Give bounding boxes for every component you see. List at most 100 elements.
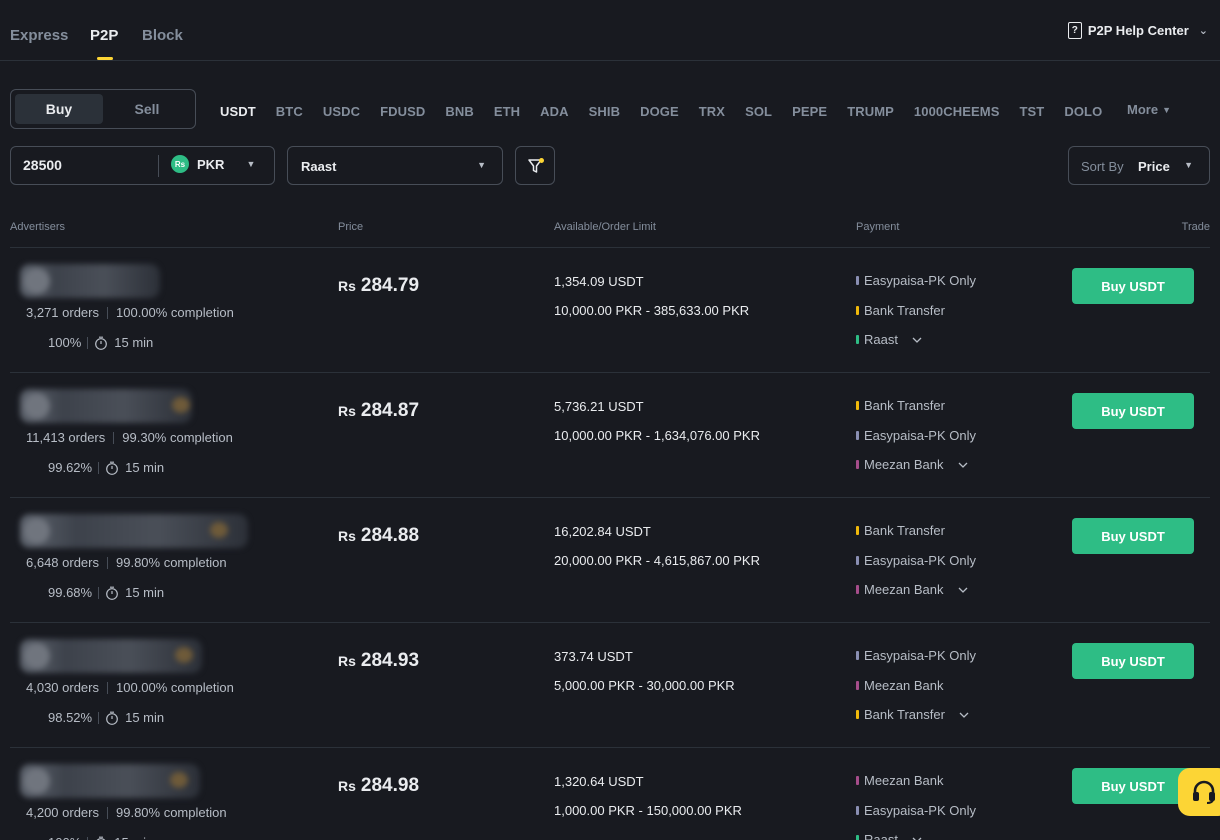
filter-button[interactable] — [515, 146, 555, 185]
coin-tab-pepe[interactable]: PEPE — [792, 104, 827, 119]
timer-icon — [106, 586, 118, 600]
payment-method-label: Bank Transfer — [864, 302, 945, 318]
header-advertisers: Advertisers — [10, 221, 66, 233]
offer-price: Rs 284.98 — [338, 775, 419, 797]
header-payment: Payment — [856, 221, 900, 233]
header-price: Price — [338, 221, 364, 233]
stat-divider — [113, 431, 115, 444]
available-amount: 5,736.21 USDT — [554, 399, 644, 414]
stat-divider — [107, 681, 108, 694]
offer-row: 11,413 orders 99.30% completion 99.62% 15 m… — [10, 373, 1210, 498]
coin-tab-usdt[interactable]: USDT — [220, 104, 256, 119]
payment-color-bar — [856, 276, 859, 285]
help-center-menu[interactable]: ? P2P Help Center ⌄ — [1067, 22, 1208, 39]
advertiser-name-blurred[interactable] — [20, 389, 192, 423]
coin-tab-tst[interactable]: TST — [1019, 104, 1044, 119]
positive-rate: 99.68% — [48, 585, 93, 600]
sort-value: Price — [1138, 159, 1170, 174]
payment-color-bar — [856, 835, 859, 840]
coin-tab-trump[interactable]: TRUMP — [847, 104, 894, 119]
positive-rate: 98.52% — [48, 710, 93, 725]
price-value: 284.88 — [360, 525, 420, 546]
stat-divider — [87, 836, 89, 840]
payment-method-label: Raast — [864, 332, 898, 347]
positive-rate: 100% — [48, 335, 82, 350]
payment-method: Meezan Bank — [856, 582, 968, 597]
payment-method-label: Easypaisa-PK Only — [864, 552, 976, 568]
payment-method: Bank Transfer — [856, 303, 945, 318]
payment-method-label: Easypaisa-PK Only — [864, 427, 976, 443]
completion-rate: 100.00% completion — [116, 305, 234, 320]
buy-usdt-button[interactable]: Buy USDT — [1072, 643, 1194, 679]
caret-down-icon: ▼ — [477, 160, 486, 170]
stat-divider — [107, 806, 108, 819]
payment-color-bar — [856, 776, 859, 785]
advertiser-name-blurred[interactable] — [20, 764, 200, 798]
payment-method-label: Meezan Bank — [864, 582, 944, 597]
order-limit: 5,000.00 PKR - 30,000.00 PKR — [554, 678, 735, 693]
coin-tab-1000cheems[interactable]: 1000CHEEMS — [914, 104, 1000, 119]
help-book-icon: ? — [1067, 22, 1082, 39]
chevron-down-icon — [912, 837, 922, 840]
payment-method: Raast — [856, 332, 922, 347]
stat-divider — [107, 306, 108, 319]
coin-tab-shib[interactable]: SHIB — [589, 104, 620, 119]
advertiser-stats: 4,200 orders 99.80% completion — [26, 805, 227, 820]
sort-select[interactable]: Sort By Price ▼ — [1068, 146, 1210, 185]
coin-tab-fdusd[interactable]: FDUSD — [380, 104, 425, 119]
available-amount: 16,202.84 USDT — [554, 524, 651, 539]
payment-method-label: Raast — [864, 832, 898, 840]
offer-price: Rs 284.93 — [338, 650, 419, 672]
completion-rate: 99.80% completion — [116, 805, 227, 820]
headset-icon — [1193, 780, 1215, 804]
support-chat-button[interactable] — [1178, 768, 1220, 816]
header-trade: Trade — [1181, 221, 1210, 233]
more-coins-dropdown[interactable]: More ▼ — [1127, 102, 1171, 117]
currency-select[interactable]: Rs PKR ▼ — [171, 155, 255, 173]
tab-block[interactable]: Block — [142, 27, 183, 44]
coin-tab-ada[interactable]: ADA — [540, 104, 568, 119]
buy-usdt-button[interactable]: Buy USDT — [1072, 393, 1194, 429]
advertiser-name-blurred[interactable] — [20, 639, 202, 673]
coin-tab-usdc[interactable]: USDC — [323, 104, 360, 119]
advertiser-metrics: 99.62% 15 min — [48, 460, 164, 475]
coin-tab-eth[interactable]: ETH — [494, 104, 520, 119]
stat-divider — [98, 461, 100, 474]
advertiser-name-blurred[interactable] — [20, 514, 248, 548]
coin-tab-btc[interactable]: BTC — [276, 104, 303, 119]
payment-color-bar — [856, 335, 859, 344]
offer-row: 4,200 orders 99.80% completion 100% 15 min R… — [10, 748, 1210, 840]
release-time: 15 min — [114, 335, 154, 350]
sell-option[interactable]: Sell — [103, 94, 191, 124]
coin-tab-sol[interactable]: SOL — [745, 104, 772, 119]
price-currency: Rs — [338, 653, 356, 669]
release-time: 15 min — [125, 710, 165, 725]
payment-color-bar — [856, 460, 859, 469]
coin-tab-dolo[interactable]: DOLO — [1064, 104, 1102, 119]
amount-input[interactable] — [23, 157, 153, 173]
order-count: 4,030 orders — [26, 680, 99, 695]
buy-usdt-button[interactable]: Buy USDT — [1072, 268, 1194, 304]
advertiser-name-blurred[interactable] — [20, 264, 160, 298]
payment-color-bar — [856, 555, 859, 565]
stat-divider — [98, 711, 100, 724]
offer-price: Rs 284.87 — [338, 400, 419, 422]
payment-method: Easypaisa-PK Only — [856, 273, 976, 288]
tab-express[interactable]: Express — [10, 27, 68, 44]
payment-method-select[interactable]: Raast ▼ — [287, 146, 503, 185]
buy-usdt-button[interactable]: Buy USDT — [1072, 518, 1194, 554]
coin-tab-trx[interactable]: TRX — [699, 104, 725, 119]
advertiser-metrics: 100% 15 min — [48, 835, 153, 840]
coin-tab-doge[interactable]: DOGE — [640, 104, 679, 119]
payment-color-bar — [856, 585, 859, 594]
advertiser-stats: 4,030 orders 100.00% completion — [26, 680, 234, 695]
buy-sell-toggle: Buy Sell — [10, 89, 196, 129]
buy-usdt-button[interactable]: Buy USDT — [1072, 768, 1194, 804]
tab-p2p[interactable]: P2P — [90, 27, 118, 44]
chevron-down-icon — [959, 712, 969, 718]
order-limit: 20,000.00 PKR - 4,615,867.00 PKR — [554, 553, 760, 568]
completion-rate: 100.00% completion — [116, 680, 234, 695]
buy-option[interactable]: Buy — [15, 94, 103, 124]
coin-tab-bnb[interactable]: BNB — [445, 104, 473, 119]
payment-color-bar — [856, 710, 859, 719]
